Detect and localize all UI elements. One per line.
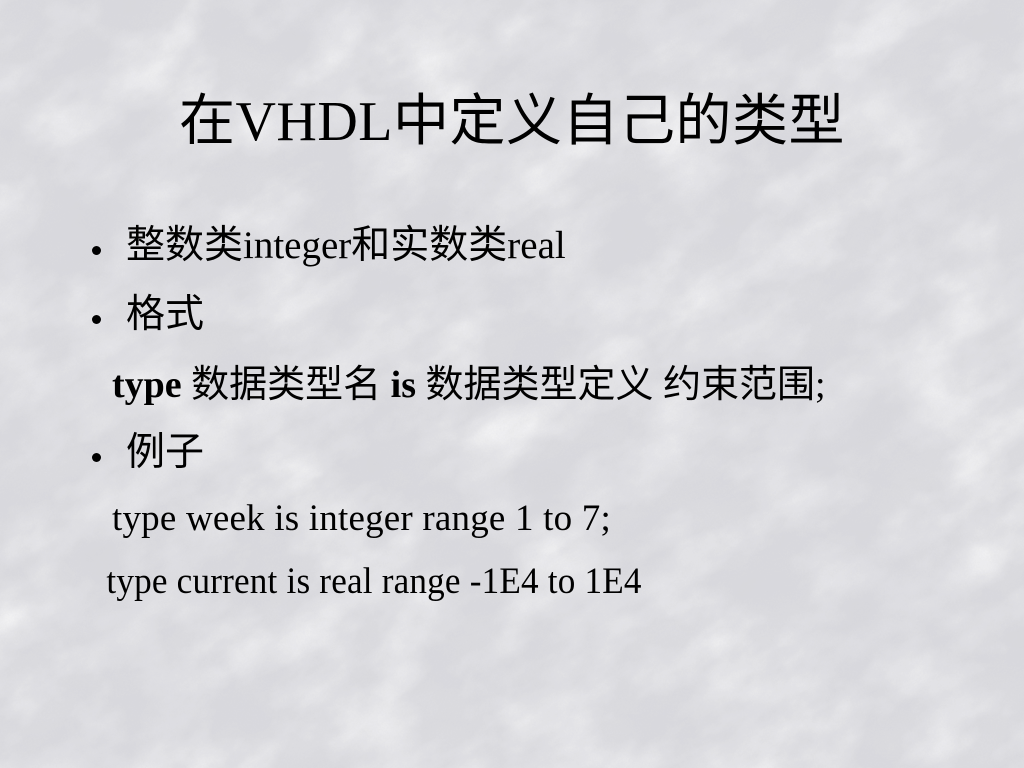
syntax-format-line: type 数据类型名 is 数据类型定义 约束范围;	[0, 366, 1024, 404]
format-segment-2: 数据类型定义 约束范围;	[416, 364, 826, 406]
presentation-slide: 在VHDL中定义自己的类型 整数类integer和实数类real 格式 type…	[0, 0, 1024, 768]
bullet-label-2: 格式	[126, 293, 205, 336]
format-row: type 数据类型名 is 数据类型定义 约束范围;	[0, 366, 1024, 404]
bullet-label-1: 整数类integer和实数类real	[126, 224, 566, 267]
bullet-dot-icon	[92, 453, 101, 463]
keyword-type: type	[112, 364, 182, 406]
bullet-row-2: 格式	[0, 295, 1024, 334]
example-row-1: type week is integer range 1 to 7;	[0, 500, 1024, 537]
example-row-2: type current is real range -1E4 to 1E4	[0, 563, 1024, 600]
slide-content: 在VHDL中定义自己的类型 整数类integer和实数类real 格式 type…	[0, 0, 1024, 768]
bullet-row-1: 整数类integer和实数类real	[0, 226, 1024, 265]
page-title: 在VHDL中定义自己的类型	[178, 91, 846, 153]
bullet-dot-icon	[92, 315, 101, 325]
keyword-is: is	[390, 364, 417, 406]
bullet-label-3: 例子	[126, 431, 205, 474]
bullet-row-3: 例子	[0, 433, 1024, 472]
list-item: 格式	[0, 295, 1024, 334]
list-item: 整数类integer和实数类real	[0, 226, 1024, 265]
format-segment-1: 数据类型名	[181, 364, 391, 406]
example-code-line-2: type current is real range -1E4 to 1E4	[106, 561, 642, 602]
example-code-line-1: type week is integer range 1 to 7;	[112, 498, 611, 539]
list-item: 例子	[0, 433, 1024, 472]
bullet-dot-icon	[92, 246, 101, 256]
